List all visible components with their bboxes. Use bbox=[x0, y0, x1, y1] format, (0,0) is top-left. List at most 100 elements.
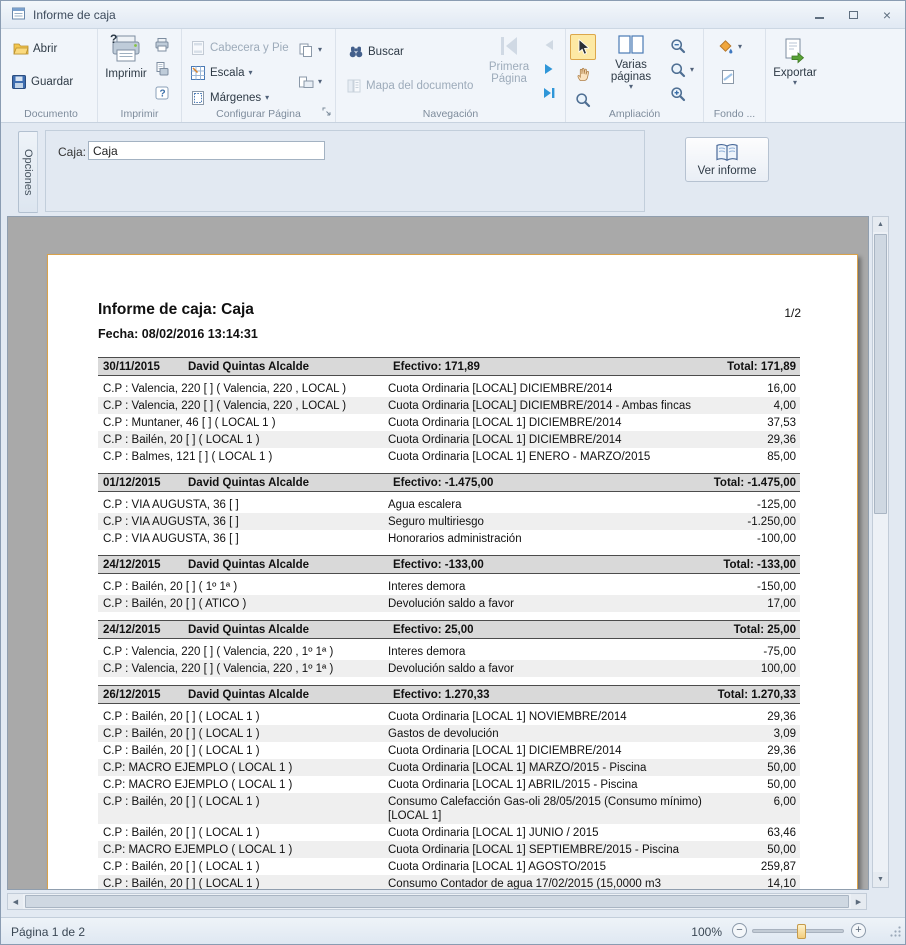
chevron-down-icon: ▾ bbox=[690, 66, 694, 74]
ver-informe-button[interactable]: Ver informe bbox=[685, 137, 769, 182]
last-page-button[interactable] bbox=[542, 86, 556, 100]
fill-color-icon bbox=[718, 39, 734, 55]
page-orientation-button[interactable]: ▾ bbox=[298, 74, 322, 90]
report-cell-prop: C.P : Valencia, 220 [ ] ( Valencia, 220 … bbox=[103, 662, 388, 676]
report-cell-concept: Cuota Ordinaria [LOCAL 1] MARZO/2015 - P… bbox=[388, 761, 728, 775]
report-cell-amount: 50,00 bbox=[728, 778, 800, 792]
report-row: C.P : Bailén, 20 [ ] ( LOCAL 1 )Cuota Or… bbox=[98, 431, 800, 448]
report-group-name: David Quintas Alcalde bbox=[188, 624, 393, 636]
buscar-button[interactable]: Buscar bbox=[348, 44, 404, 60]
report-row: C.P : Balmes, 121 [ ] ( LOCAL 1 )Cuota O… bbox=[98, 448, 800, 465]
options-strip: Opciones Caja: Ver informe bbox=[1, 123, 905, 216]
horizontal-scrollbar[interactable]: ◀ ▶ bbox=[7, 893, 867, 910]
imprimir-button[interactable]: ? Imprimir bbox=[101, 32, 151, 80]
margenes-button[interactable]: Márgenes ▾ bbox=[190, 90, 269, 106]
abrir-button[interactable]: Abrir bbox=[13, 41, 57, 57]
report-cell-amount: -75,00 bbox=[728, 645, 800, 659]
report-row: C.P : Bailén, 20 [ ] ( LOCAL 1 )Gastos d… bbox=[98, 725, 800, 742]
close-button[interactable]: × bbox=[879, 8, 895, 22]
exportar-button[interactable]: Exportar ▾ bbox=[768, 37, 822, 87]
tab-opciones[interactable]: Opciones bbox=[18, 131, 38, 213]
watermark-button[interactable] bbox=[720, 69, 736, 85]
zoom-out-button[interactable] bbox=[670, 38, 686, 54]
report-cell-concept: Devolución saldo a favor bbox=[388, 597, 728, 611]
cabecera-pie-button: Cabecera y Pie bbox=[190, 40, 289, 56]
save-icon bbox=[11, 74, 27, 90]
report-cell-amount: 16,00 bbox=[728, 382, 800, 396]
report-cell-concept: Cuota Ordinaria [LOCAL] DICIEMBRE/2014 bbox=[388, 382, 728, 396]
chevron-down-icon: ▾ bbox=[318, 78, 322, 86]
report-group-total: Total: 25,00 bbox=[734, 624, 800, 636]
scroll-left-button[interactable]: ◀ bbox=[8, 894, 23, 909]
varias-paginas-button[interactable]: Varias páginas ▾ bbox=[602, 33, 660, 91]
zoom-button[interactable]: ▾ bbox=[670, 62, 694, 78]
group-label-ampliacion: Ampliación bbox=[566, 108, 703, 120]
report-row: C.P : Valencia, 220 [ ] ( Valencia, 220 … bbox=[98, 643, 800, 660]
ribbon-group-imprimir: ? Imprimir ? Imprimir bbox=[98, 29, 182, 122]
next-page-button[interactable] bbox=[542, 62, 556, 76]
ver-informe-label: Ver informe bbox=[698, 165, 757, 177]
chevron-down-icon: ▾ bbox=[629, 83, 633, 91]
report-group-name: David Quintas Alcalde bbox=[188, 477, 393, 489]
scroll-down-button[interactable]: ▼ bbox=[873, 872, 888, 887]
hand-tool-button[interactable] bbox=[570, 61, 596, 87]
report-cell-concept: Cuota Ordinaria [LOCAL 1] ENERO - MARZO/… bbox=[388, 450, 728, 464]
report-cell-concept: Cuota Ordinaria [LOCAL 1] AGOSTO/2015 bbox=[388, 860, 728, 874]
report-cell-concept: Cuota Ordinaria [LOCAL 1] NOVIEMBRE/2014 bbox=[388, 710, 728, 724]
vertical-scrollbar[interactable]: ▲ ▼ bbox=[872, 216, 889, 888]
report-cell-amount: 259,87 bbox=[728, 860, 800, 874]
restore-button[interactable] bbox=[845, 8, 861, 22]
horizontal-scrollbar-thumb[interactable] bbox=[25, 895, 849, 908]
report-row: C.P : VIA AUGUSTA, 36 [ ]Honorarios admi… bbox=[98, 530, 800, 547]
zoom-slider[interactable] bbox=[752, 929, 844, 933]
vertical-scrollbar-thumb[interactable] bbox=[874, 234, 887, 514]
previous-page-icon bbox=[542, 38, 556, 52]
report-group-date: 24/12/2015 bbox=[103, 559, 188, 571]
report-cell-prop: C.P : Bailén, 20 [ ] ( LOCAL 1 ) bbox=[103, 877, 388, 891]
escala-button[interactable]: Escala ▾ bbox=[190, 65, 253, 81]
report-page-indicator: 1/2 bbox=[784, 306, 801, 320]
resize-grip[interactable] bbox=[889, 925, 902, 941]
zoom-level: 100% bbox=[691, 925, 722, 939]
guardar-button[interactable]: Guardar bbox=[11, 74, 73, 90]
page-color-button[interactable]: ▾ bbox=[718, 39, 742, 55]
header-footer-icon bbox=[190, 40, 206, 56]
scroll-right-button[interactable]: ▶ bbox=[851, 894, 866, 909]
quick-print-button[interactable] bbox=[154, 37, 170, 53]
report-cell-amount: -100,00 bbox=[728, 532, 800, 546]
report-cell-amount: 17,00 bbox=[728, 597, 800, 611]
report-cell-amount: 37,53 bbox=[728, 416, 800, 430]
zoom-out-icon bbox=[670, 38, 686, 54]
ribbon-group-documento: Abrir Guardar Documento bbox=[5, 29, 98, 122]
zoom-slider-thumb[interactable] bbox=[797, 924, 806, 939]
chevron-down-icon: ▾ bbox=[249, 69, 253, 77]
report-cell-prop: C.P : Bailén, 20 [ ] ( LOCAL 1 ) bbox=[103, 710, 388, 724]
first-page-icon bbox=[496, 33, 522, 59]
ribbon: Abrir Guardar Documento ? Imprimir ? bbox=[1, 29, 905, 123]
report-cell-prop: C.P : VIA AUGUSTA, 36 [ ] bbox=[103, 532, 388, 546]
report-cell-concept: Cuota Ordinaria [LOCAL 1] SEPTIEMBRE/201… bbox=[388, 843, 728, 857]
group-label-configurar: Configurar Página bbox=[182, 108, 335, 120]
zoom-in-button[interactable] bbox=[670, 86, 686, 102]
zoom-decrease-button[interactable]: − bbox=[732, 923, 747, 938]
caja-input[interactable] bbox=[88, 141, 325, 160]
report-page: Informe de caja: Caja 1/2 Fecha: 08/02/2… bbox=[47, 254, 858, 890]
report-cell-prop: C.P : VIA AUGUSTA, 36 [ ] bbox=[103, 498, 388, 512]
options-panel: Caja: bbox=[45, 130, 645, 212]
print-options-button[interactable] bbox=[154, 61, 170, 77]
report-group-name: David Quintas Alcalde bbox=[188, 689, 393, 701]
scroll-up-button[interactable]: ▲ bbox=[873, 217, 888, 232]
page-status: Página 1 de 2 bbox=[11, 925, 85, 939]
svg-text:?: ? bbox=[110, 32, 117, 46]
help-button[interactable]: ? bbox=[154, 85, 170, 101]
minimize-button[interactable] bbox=[811, 8, 827, 22]
report-row: C.P : Bailén, 20 [ ] ( LOCAL 1 )Cuota Or… bbox=[98, 858, 800, 875]
report-group-header: 01/12/2015David Quintas AlcaldeEfectivo:… bbox=[98, 473, 800, 492]
pointer-tool-button[interactable] bbox=[570, 34, 596, 60]
report-cell-amount: -1.250,00 bbox=[728, 515, 800, 529]
minimize-icon bbox=[815, 17, 824, 19]
report-cell-concept: Cuota Ordinaria [LOCAL 1] ABRIL/2015 - P… bbox=[388, 778, 728, 792]
zoom-increase-button[interactable]: + bbox=[851, 923, 866, 938]
report-group-efect: Efectivo: 1.270,33 bbox=[393, 689, 718, 701]
page-copies-button[interactable]: ▾ bbox=[298, 42, 322, 58]
